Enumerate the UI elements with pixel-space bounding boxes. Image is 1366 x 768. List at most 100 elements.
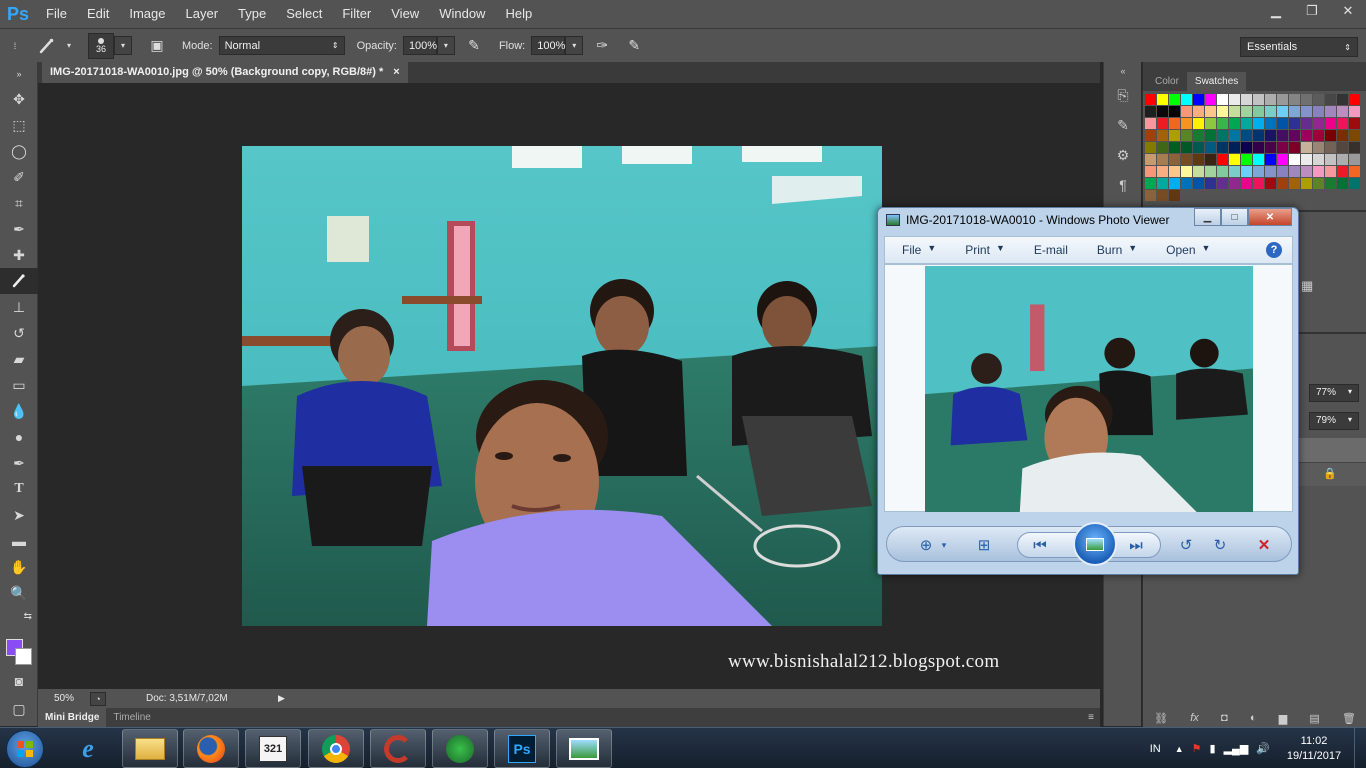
color-swatch[interactable]: [1325, 130, 1336, 141]
menu-type[interactable]: Type: [228, 0, 276, 28]
brush-presets-panel-icon[interactable]: ✎: [1104, 110, 1142, 140]
color-swatch[interactable]: [1229, 154, 1240, 165]
close-icon[interactable]: ✕: [1248, 208, 1292, 226]
start-button[interactable]: [6, 730, 44, 768]
color-swatch[interactable]: [1217, 166, 1228, 177]
color-swatch[interactable]: [1325, 178, 1336, 189]
color-swatch[interactable]: [1229, 166, 1240, 177]
color-swatch[interactable]: [1193, 178, 1204, 189]
color-swatch[interactable]: [1205, 94, 1216, 105]
show-desktop-button[interactable]: [1354, 728, 1366, 768]
color-swatch[interactable]: [1313, 94, 1324, 105]
color-swatch[interactable]: [1241, 106, 1252, 117]
workspace-select[interactable]: Essentials ⇕: [1240, 37, 1358, 57]
background-color-swatch[interactable]: [15, 648, 32, 665]
color-swatch[interactable]: [1265, 154, 1276, 165]
mode-select[interactable]: Normal ⇕: [218, 36, 345, 55]
flow-dropdown[interactable]: ▾: [565, 36, 584, 55]
document-tab[interactable]: IMG-20171018-WA0010.jpg @ 50% (Backgroun…: [42, 62, 408, 83]
color-swatch[interactable]: [1241, 142, 1252, 153]
taskbar-app-kmplayer[interactable]: 321: [245, 729, 301, 768]
color-swatch[interactable]: [1277, 94, 1288, 105]
tab-mini-bridge[interactable]: Mini Bridge: [38, 708, 107, 727]
color-swatch[interactable]: [1145, 118, 1156, 129]
eraser-tool-icon[interactable]: ▰: [0, 346, 38, 372]
pv-menu-burn[interactable]: Burn ▼: [1080, 243, 1149, 257]
color-swatch[interactable]: [1349, 106, 1360, 117]
brush-tool-icon[interactable]: [34, 33, 60, 59]
menu-filter[interactable]: Filter: [332, 0, 381, 28]
color-swatch[interactable]: [1337, 130, 1348, 141]
color-swatch[interactable]: [1241, 154, 1252, 165]
menu-image[interactable]: Image: [119, 0, 175, 28]
color-swatch[interactable]: [1157, 130, 1168, 141]
next-icon[interactable]: ⏭: [1125, 534, 1147, 556]
color-swatch[interactable]: [1265, 166, 1276, 177]
color-swatch[interactable]: [1349, 130, 1360, 141]
rotate-clockwise-icon[interactable]: ↻: [1209, 534, 1231, 556]
taskbar-app-photoshop[interactable]: Ps: [494, 729, 550, 768]
color-swatch[interactable]: [1169, 118, 1180, 129]
pv-menu-print[interactable]: Print ▼: [948, 243, 1017, 257]
color-swatch[interactable]: [1217, 106, 1228, 117]
color-swatch[interactable]: [1325, 166, 1336, 177]
color-swatch[interactable]: [1157, 190, 1168, 201]
clone-stamp-tool-icon[interactable]: ⊥: [0, 294, 38, 320]
color-swatch[interactable]: [1229, 118, 1240, 129]
color-swatch[interactable]: [1265, 142, 1276, 153]
layer-style-icon[interactable]: fx: [1190, 712, 1199, 724]
healing-brush-tool-icon[interactable]: ✚: [0, 242, 38, 268]
color-swatch[interactable]: [1349, 166, 1360, 177]
color-swatch[interactable]: [1277, 130, 1288, 141]
panel-collapse-icon[interactable]: »: [0, 62, 38, 86]
color-swatch[interactable]: [1205, 154, 1216, 165]
color-swatch[interactable]: [1277, 142, 1288, 153]
color-swatch[interactable]: [1337, 154, 1348, 165]
photo-viewer-image[interactable]: [925, 266, 1253, 512]
status-export-icon[interactable]: ◔: [90, 691, 106, 706]
menu-window[interactable]: Window: [429, 0, 495, 28]
color-swatch[interactable]: [1349, 142, 1360, 153]
color-swatch[interactable]: [1313, 154, 1324, 165]
type-tool-icon[interactable]: T: [0, 476, 38, 502]
color-swatch[interactable]: [1253, 106, 1264, 117]
opacity-input[interactable]: 100%: [402, 36, 437, 55]
move-tool-icon[interactable]: ✥: [0, 86, 38, 112]
color-swatch[interactable]: [1253, 130, 1264, 141]
brush-panel-toggle-icon[interactable]: ▣: [144, 33, 170, 59]
paragraph-panel-icon[interactable]: ¶: [1104, 170, 1142, 200]
show-hidden-icons[interactable]: ▲: [1175, 744, 1184, 754]
signal-icon[interactable]: ▂▄▆: [1224, 742, 1249, 755]
color-swatch[interactable]: [1205, 118, 1216, 129]
color-swatch[interactable]: [1193, 106, 1204, 117]
color-swatch[interactable]: [1337, 106, 1348, 117]
color-swatch[interactable]: [1325, 94, 1336, 105]
color-swatch[interactable]: [1289, 130, 1300, 141]
color-swatch[interactable]: [1313, 118, 1324, 129]
brush-preset-picker[interactable]: 36: [88, 32, 114, 59]
quick-selection-tool-icon[interactable]: ✐: [0, 164, 38, 190]
power-icon[interactable]: ▮: [1210, 742, 1216, 755]
color-swatch[interactable]: [1277, 118, 1288, 129]
opacity-dropdown[interactable]: ▾: [436, 36, 455, 55]
volume-icon[interactable]: 🔊: [1256, 742, 1270, 755]
color-swatch[interactable]: [1301, 142, 1312, 153]
fill-input[interactable]: 79% ▾: [1309, 412, 1359, 430]
color-swatch[interactable]: [1181, 130, 1192, 141]
color-swatch[interactable]: [1193, 142, 1204, 153]
color-swatch[interactable]: [1349, 154, 1360, 165]
color-swatch[interactable]: [1289, 94, 1300, 105]
color-swatch[interactable]: [1253, 142, 1264, 153]
color-swatch[interactable]: [1289, 118, 1300, 129]
internet-explorer-icon[interactable]: e: [62, 729, 114, 768]
color-swatch[interactable]: [1229, 178, 1240, 189]
color-swatch[interactable]: [1313, 130, 1324, 141]
color-swatch[interactable]: [1325, 154, 1336, 165]
path-selection-tool-icon[interactable]: ➤: [0, 502, 38, 528]
taskbar-app-explorer[interactable]: [122, 729, 178, 768]
link-layers-icon[interactable]: ⛓: [1154, 712, 1168, 725]
brush-tool-icon[interactable]: [0, 268, 38, 294]
color-swatch[interactable]: [1169, 190, 1180, 201]
color-swatch[interactable]: [1301, 118, 1312, 129]
color-swatch[interactable]: [1289, 178, 1300, 189]
